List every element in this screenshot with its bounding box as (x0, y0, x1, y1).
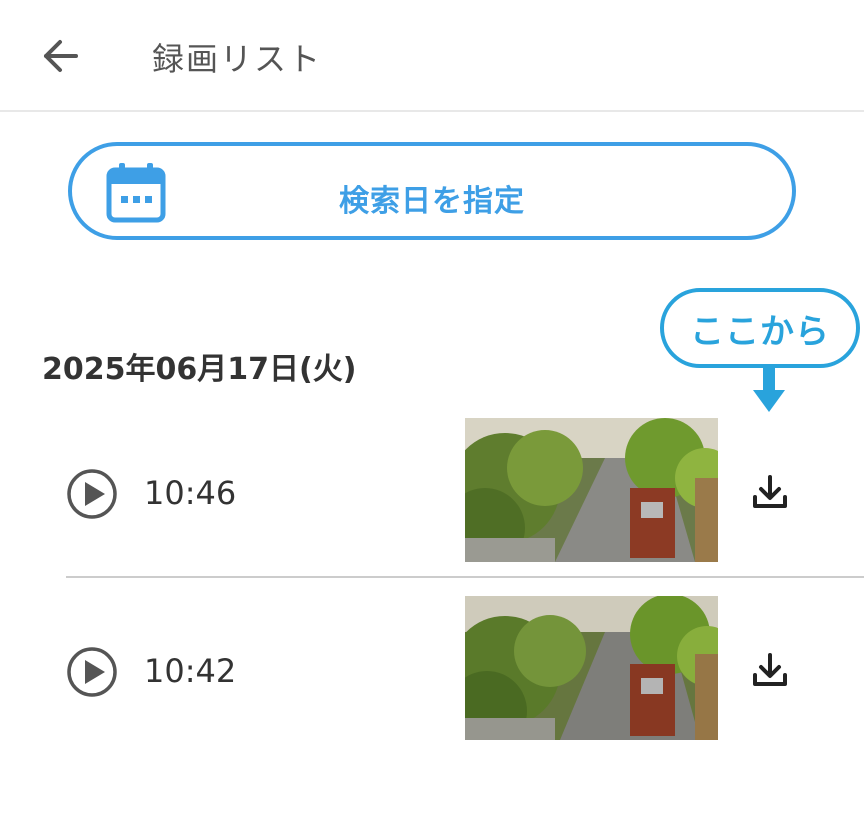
app-header: 録画リスト (0, 0, 864, 112)
download-button[interactable] (748, 470, 792, 514)
play-button[interactable] (66, 468, 118, 520)
download-button[interactable] (748, 648, 792, 692)
video-thumbnail[interactable] (465, 596, 718, 740)
page-title: 録画リスト (152, 40, 323, 78)
search-date-button[interactable]: 検索日を指定 (68, 142, 796, 240)
callout-bubble: ここから (660, 288, 860, 368)
download-icon (753, 475, 787, 508)
thumbnail-image (465, 418, 718, 562)
recording-time: 10:42 (144, 652, 237, 690)
list-divider (66, 576, 864, 578)
video-thumbnail[interactable] (465, 418, 718, 562)
callout-text: ここから (690, 311, 830, 352)
down-arrow-icon (753, 366, 785, 412)
thumbnail-image (465, 596, 718, 740)
search-date-label: 検索日を指定 (339, 184, 525, 219)
recording-row[interactable]: 10:42 (0, 596, 864, 740)
back-button[interactable] (32, 32, 88, 80)
play-circle-icon (67, 647, 117, 697)
recording-time: 10:46 (144, 474, 237, 512)
recording-list-screen: 録画リスト 検索日を指定 2025年06月17日(火) ここから 10:46 1… (0, 0, 864, 830)
date-heading: 2025年06月17日(火) (42, 352, 357, 387)
recording-row[interactable]: 10:46 (0, 418, 864, 562)
play-circle-icon (67, 469, 117, 519)
download-icon (753, 653, 787, 686)
arrow-left-icon (44, 40, 78, 72)
play-button[interactable] (66, 646, 118, 698)
